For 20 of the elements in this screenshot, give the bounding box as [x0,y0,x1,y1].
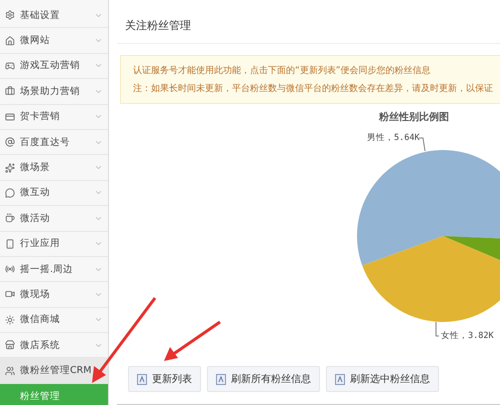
leader-line [418,138,426,152]
sidebar-item[interactable]: 微互动 [0,180,108,206]
toolbar-button[interactable]: 刷新选中粉丝信息 [326,366,439,392]
sidebar-item[interactable]: 微信商城 [0,308,108,334]
sidebar-item[interactable]: 行业应用 [0,232,108,257]
document-icon [137,374,147,384]
page-title: 关注粉丝管理 [117,0,500,44]
notice-text: 注：如果长时间未更新，平台粉丝数与微信平台的粉丝数会存在差异，请及时更新，以保证 [133,82,494,95]
sidebar-item[interactable]: 贺卡营销 [0,104,108,130]
chart-title: 粉丝性别比例图 [379,110,449,124]
leader-line [436,322,440,336]
document-icon [216,374,226,384]
slice-label: 女性，3.82K [441,330,494,342]
slice-label: 男性，5.64K [367,132,420,144]
notice-text: 认证服务号才能使用此功能，点击下面的“更新列表”便会同步您的粉丝信息 [133,64,432,77]
toolbar-button[interactable]: 刷新所有粉丝信息 [207,366,320,392]
document-icon [335,374,345,384]
arrow-annotation [164,320,221,361]
toolbar-button[interactable]: 更新列表 [128,366,201,392]
sidebar-item[interactable]: 微粉丝管理CRM [0,358,108,384]
